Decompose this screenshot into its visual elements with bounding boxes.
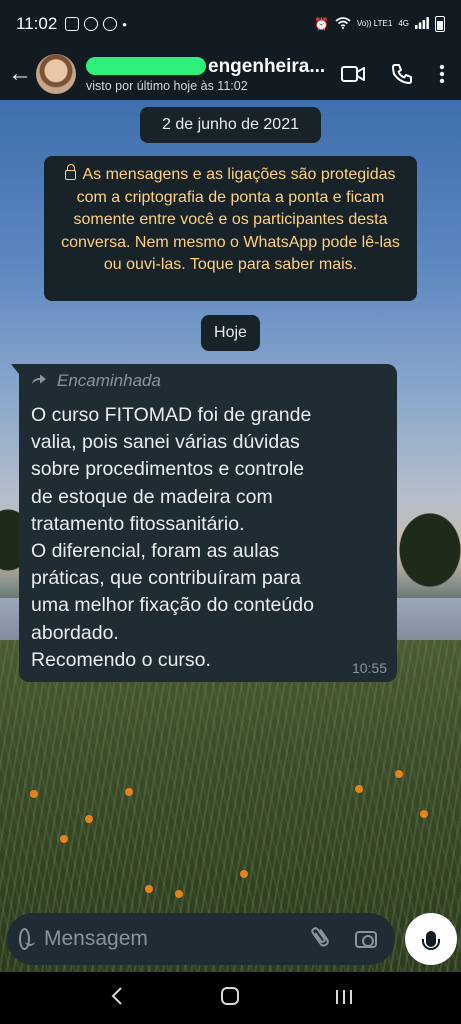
back-arrow-icon[interactable]: ← <box>8 60 32 88</box>
message-composer <box>7 913 395 965</box>
battery-icon <box>435 16 445 32</box>
flower-decoration <box>85 815 93 823</box>
message-input[interactable] <box>44 927 315 951</box>
notification-icons: • <box>65 17 127 32</box>
system-navigation-bar <box>0 972 461 1024</box>
gallery-notification-icon <box>65 17 80 31</box>
video-call-icon[interactable] <box>341 65 365 83</box>
last-seen-status: visto por último hoje às 11:02 <box>86 78 248 93</box>
phone-icon[interactable] <box>391 63 413 85</box>
app-notification-icon <box>103 17 118 31</box>
flower-decoration <box>60 835 68 843</box>
system-icons: ⏰ Vo)) LTE1 4G <box>314 16 445 32</box>
whatsapp-notification-icon <box>84 17 99 31</box>
forwarded-label: Encaminhada <box>31 370 385 392</box>
flower-decoration <box>240 870 248 878</box>
forwarded-text: Encaminhada <box>57 371 161 390</box>
more-options-icon[interactable] <box>439 64 445 84</box>
date-chip: 2 de junho de 2021 <box>140 107 321 143</box>
flower-decoration <box>175 890 183 898</box>
composer-actions <box>311 924 377 954</box>
message-time: 10:55 <box>351 660 387 676</box>
contact-info[interactable]: engenheira... visto por último hoje às 1… <box>86 56 331 93</box>
camera-icon[interactable] <box>355 930 377 948</box>
volte-label: Vo)) LTE1 <box>356 19 393 28</box>
status-bar: 11:02 • ⏰ Vo)) LTE1 4G <box>0 0 461 48</box>
incoming-message-bubble[interactable]: Encaminhada O curso FITOMAD foi de grand… <box>11 364 397 682</box>
more-notifications-dot-icon: • <box>122 16 127 32</box>
emoji-icon[interactable] <box>19 928 35 950</box>
nav-back-icon[interactable] <box>97 985 137 1011</box>
flower-decoration <box>355 785 363 793</box>
today-chip: Hoje <box>201 315 260 351</box>
wifi-icon <box>335 16 351 32</box>
encryption-notice-text: As mensagens e as ligações são protegida… <box>61 166 400 273</box>
status-time: 11:02 <box>16 14 58 33</box>
redaction-mark <box>86 57 206 76</box>
flower-decoration <box>420 810 428 818</box>
flower-decoration <box>145 885 153 893</box>
nav-home-icon[interactable] <box>210 985 250 1011</box>
nav-recents-icon[interactable] <box>324 985 364 1011</box>
lock-icon <box>65 164 77 180</box>
signal-icon <box>415 16 429 32</box>
flower-decoration <box>395 770 403 778</box>
contact-avatar[interactable] <box>36 54 76 94</box>
header-actions <box>341 63 445 85</box>
encryption-notice[interactable]: As mensagens e as ligações são protegida… <box>44 156 417 301</box>
forward-icon <box>31 372 47 390</box>
alarm-icon: ⏰ <box>313 17 329 31</box>
contact-name: engenheira... <box>86 56 331 78</box>
network-type-label: 4G <box>398 19 409 28</box>
voice-message-button[interactable] <box>405 913 457 965</box>
flower-decoration <box>125 788 133 796</box>
chat-header: ← engenheira... visto por último hoje às… <box>0 48 461 100</box>
contact-name-text: engenheira... <box>208 55 326 77</box>
flower-decoration <box>30 790 38 798</box>
mic-icon <box>422 931 440 950</box>
message-text: O curso FITOMAD foi de grande valia, poi… <box>31 404 314 671</box>
